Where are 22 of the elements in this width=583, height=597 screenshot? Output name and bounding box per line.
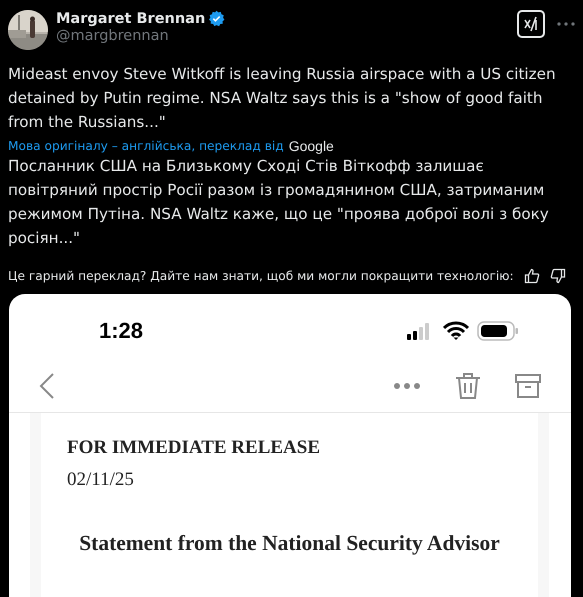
- status-time: 1:28: [99, 318, 144, 344]
- wifi-icon: [443, 321, 469, 341]
- translation-feedback-prompt: Це гарний переклад? Дайте нам знати, щоб ми могли покращити технологію:: [8, 269, 514, 283]
- battery-icon: [477, 321, 519, 341]
- statement-title: Statement from the National Security Advisor: [78, 530, 501, 557]
- tweet-text: Mideast envoy Steve Witkoff is leaving Russia airspace with a US citizen detained by Putin regime. NSA Waltz says this is a "show of good faith from the Russians...": [8, 64, 557, 133]
- translation-provider: Google: [288, 138, 334, 154]
- archive-icon[interactable]: [515, 373, 541, 399]
- release-date: 02/11/25: [67, 469, 135, 491]
- trash-icon[interactable]: [455, 372, 481, 400]
- more-icon[interactable]: [393, 382, 421, 390]
- release-heading: FOR IMMEDIATE RELEASE: [67, 437, 322, 459]
- translated-text: Посланник США на Близькому Сході Стів Віткофф залишає повітряний простір Росії разом із громадянином США, затриманим режимом Путіна. NSA Waltz каже, що це "проява доброї волі з боку росіян...": [8, 156, 550, 249]
- thumbs-down-icon[interactable]: [550, 268, 566, 284]
- slash-logo-icon: [523, 16, 539, 32]
- author-handle[interactable]: @margbrennan: [56, 28, 509, 44]
- translation-source-link[interactable]: Мова оригіналу – англійська, переклад від: [8, 139, 284, 153]
- grok-button[interactable]: [517, 10, 545, 38]
- author-name[interactable]: Margaret Brennan: [56, 10, 206, 26]
- back-icon[interactable]: [39, 372, 55, 400]
- thumbs-up-icon[interactable]: [524, 268, 540, 284]
- more-icon[interactable]: [557, 22, 575, 26]
